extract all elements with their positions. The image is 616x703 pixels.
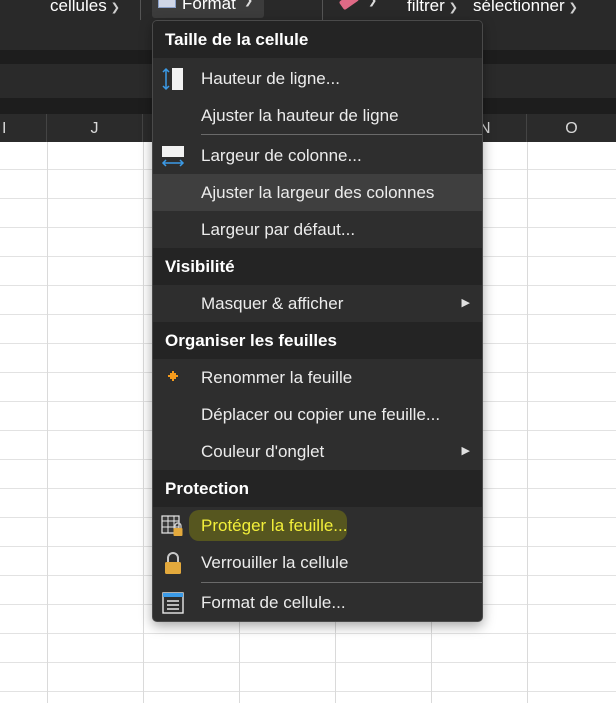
select-label: sélectionner xyxy=(473,0,565,15)
menu-item-label: Ajuster la hauteur de ligne xyxy=(201,106,399,125)
menu-item-autofit-row-height[interactable]: Ajuster la hauteur de ligne xyxy=(153,97,482,134)
chevron-down-icon: ❯ xyxy=(244,0,254,7)
column-header-i[interactable]: I xyxy=(0,114,47,142)
section-title: Visibilité xyxy=(165,257,235,276)
section-protection: Protection xyxy=(153,470,482,507)
menu-item-label: Masquer & afficher xyxy=(201,294,344,313)
chevron-down-icon: ❯ xyxy=(568,2,578,14)
chevron-down-icon: ❯ xyxy=(110,2,120,14)
select-button[interactable]: sélectionner ❯ xyxy=(473,0,578,16)
column-width-icon xyxy=(161,144,185,168)
menu-item-label: Protéger la feuille... xyxy=(201,516,348,535)
menu-item-protect-sheet[interactable]: Protéger la feuille... xyxy=(153,507,482,544)
section-organize-sheets: Organiser les feuilles xyxy=(153,322,482,359)
menu-item-lock-cell[interactable]: Verrouiller la cellule xyxy=(153,544,482,581)
rename-sheet-icon xyxy=(161,366,185,390)
section-title: Organiser les feuilles xyxy=(165,331,337,350)
menu-item-move-copy-sheet[interactable]: Déplacer ou copier une feuille... xyxy=(153,396,482,433)
format-label: Format xyxy=(182,0,236,13)
menu-item-label: Ajuster la largeur des colonnes xyxy=(201,183,435,202)
eraser-icon[interactable] xyxy=(338,0,360,11)
section-title: Taille de la cellule xyxy=(165,30,309,49)
chevron-down-icon: ❯ xyxy=(368,0,378,7)
lock-icon xyxy=(161,551,185,575)
menu-item-label: Couleur d'onglet xyxy=(201,442,325,461)
menu-divider xyxy=(201,134,482,135)
column-header-o[interactable]: O xyxy=(527,114,616,142)
protect-sheet-icon xyxy=(161,514,185,538)
filter-label: filtrer xyxy=(407,0,445,15)
submenu-arrow-icon: ▶ xyxy=(461,445,470,457)
menu-item-rename-sheet[interactable]: Renommer la feuille xyxy=(153,359,482,396)
menu-item-hide-unhide[interactable]: Masquer & afficher ▶ xyxy=(153,285,482,322)
menu-item-label: Largeur par défaut... xyxy=(201,220,356,239)
section-cell-size: Taille de la cellule xyxy=(153,21,482,58)
filter-button[interactable]: filtrer ❯ xyxy=(407,0,458,16)
row-height-icon xyxy=(161,67,185,91)
menu-item-tab-color[interactable]: Couleur d'onglet ▶ xyxy=(153,433,482,470)
ribbon-divider xyxy=(140,0,141,20)
menu-item-row-height[interactable]: Hauteur de ligne... xyxy=(153,60,482,97)
menu-item-format-cells[interactable]: Format de cellule... xyxy=(153,584,482,621)
menu-item-autofit-column-width[interactable]: Ajuster la largeur des colonnes xyxy=(153,174,482,211)
menu-item-label: Verrouiller la cellule xyxy=(201,553,349,572)
chevron-down-icon: ❯ xyxy=(448,2,458,14)
submenu-arrow-icon: ▶ xyxy=(461,297,470,309)
menu-divider xyxy=(201,582,482,583)
column-header-j[interactable]: J xyxy=(47,114,143,142)
menu-item-label: Format de cellule... xyxy=(201,593,346,612)
section-title: Protection xyxy=(165,479,250,498)
cells-button[interactable]: cellules ❯ xyxy=(50,0,120,16)
format-dropdown-menu: Taille de la cellule Hauteur de ligne...… xyxy=(152,20,483,622)
menu-item-label: Largeur de colonne... xyxy=(201,146,362,165)
ribbon-divider xyxy=(322,0,323,20)
menu-item-column-width[interactable]: Largeur de colonne... xyxy=(153,137,482,174)
menu-item-default-width[interactable]: Largeur par défaut... xyxy=(153,211,482,248)
menu-item-label: Déplacer ou copier une feuille... xyxy=(201,405,441,424)
format-button[interactable]: Format ❯ xyxy=(152,0,264,18)
format-icon xyxy=(158,0,176,8)
menu-item-label: Hauteur de ligne... xyxy=(201,69,340,88)
section-visibility: Visibilité xyxy=(153,248,482,285)
menu-item-label: Renommer la feuille xyxy=(201,368,353,387)
format-cells-icon xyxy=(161,591,185,615)
cells-label: cellules xyxy=(50,0,107,15)
